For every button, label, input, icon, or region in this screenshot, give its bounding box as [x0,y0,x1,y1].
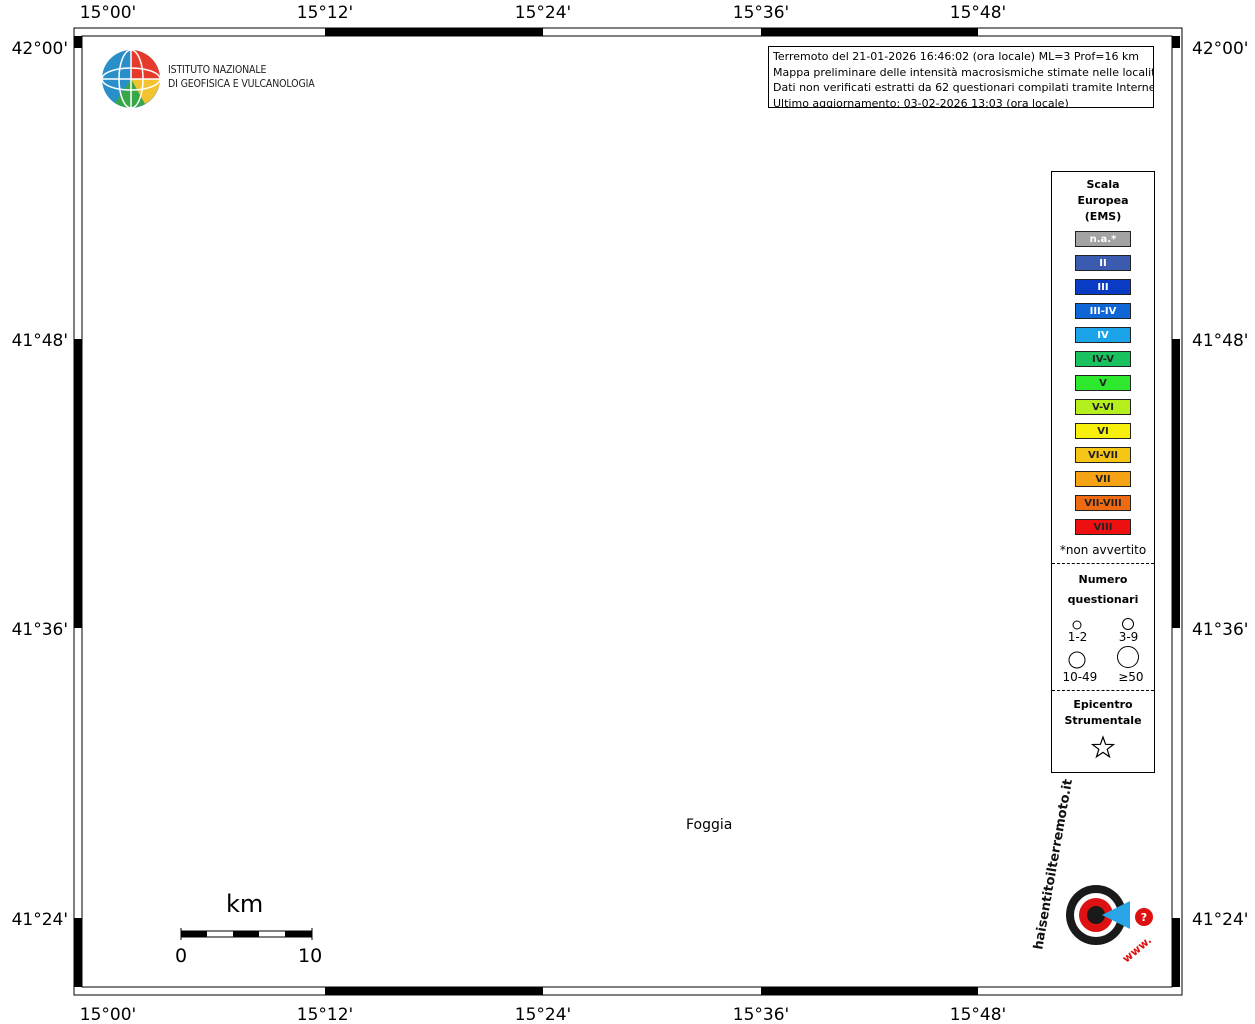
legend-swatch: V-VI [1075,399,1131,415]
legend-swatch: V [1075,375,1131,391]
map-frame [73,27,1183,996]
legend-title-line: (EMS) [1084,210,1122,223]
legend-footnote: *non avvertito [1059,543,1147,557]
legend-swatch: VI [1075,423,1131,439]
legend: Scala Europea (EMS) n.a.* II III III-IV IV IV… [1051,171,1155,773]
count-label: 3-9 [1118,630,1139,644]
legend-swatches: n.a.* II III III-IV IV IV-V V V-VI VI VI-VII VII VI… [1052,231,1154,535]
count-label: 1-2 [1067,630,1088,644]
count-title-line: questionari [1067,593,1139,606]
ingv-name: ISTITUTO NAZIONALE DI GEOFISICA E VULCAN… [168,63,315,91]
latitude-labels-left: 42°00' 41°48' 41°36' 41°24' [12,39,68,930]
event-info-box: Terremoto del 21-01-2026 16:46:02 (ora l… [768,46,1154,108]
legend-swatch: VII [1075,471,1131,487]
lat-label: 41°24' [12,910,68,930]
count-circle-xlarge [1116,646,1139,668]
lon-label: 15°36' [733,1005,789,1024]
count-circle-small [1072,620,1082,630]
legend-swatch: II [1075,255,1131,271]
lon-label: 15°12' [297,1005,353,1024]
legend-swatch: n.a.* [1075,231,1131,247]
legend-swatch: VII-VIII [1075,495,1131,511]
legend-swatch: III-IV [1075,303,1131,319]
last-update: Ultimo aggiornamento: 03-02-2026 13:03 (… [773,96,1069,108]
lat-label: 42°00' [12,39,68,59]
city-label-foggia: Foggia [686,817,733,833]
legend-title-line: Europea [1077,194,1129,207]
legend-swatch: VI-VII [1075,447,1131,463]
lat-label: 41°36' [12,620,68,640]
lon-label: 15°00' [80,1005,136,1024]
scale-max-label: 10 [298,945,323,967]
legend-swatch: VIII [1075,519,1131,535]
lat-label: 41°24' [1192,910,1248,930]
lon-label: 15°48' [950,1005,1006,1024]
epicenter-title-line: Epicentro [1073,698,1133,711]
ingv-globe-icon [101,49,161,109]
count-label: ≥50 [1118,670,1144,684]
count-circle-large [1068,651,1085,669]
legend-swatch: IV-V [1075,351,1131,367]
lon-label: 15°00' [80,3,136,23]
data-note: Dati non verificati estratti da 62 quest… [773,81,1154,94]
epicenter-title-line: Strumentale [1064,714,1142,727]
legend-title-line: Scala [1086,178,1120,191]
longitude-labels-top: 15°00' 15°12' 15°24' 15°36' 15°48' [80,3,1006,23]
ingv-logo: ISTITUTO NAZIONALE DI GEOFISICA E VULCAN… [100,46,330,110]
lon-label: 15°36' [733,3,789,23]
lat-label: 41°48' [1192,331,1248,351]
haisentito-logo: ? haisentitoilterremoto.it www. [1030,778,1165,975]
lon-label: 15°24' [515,3,571,23]
scale-min-label: 0 [175,945,188,967]
lon-label: 15°48' [950,3,1006,23]
scale-unit: km [226,890,264,918]
longitude-labels-bottom: 15°00' 15°12' 15°24' 15°36' 15°48' [80,1005,1006,1024]
latitude-labels-right: 42°00' 41°48' 41°36' 41°24' [1192,39,1248,930]
svg-text:?: ? [1141,911,1147,924]
epicenter-star-icon [1090,735,1116,759]
lon-label: 15°24' [515,1005,571,1024]
lat-label: 41°36' [1192,620,1248,640]
event-title: Terremoto del 21-01-2026 16:46:02 (ora l… [773,50,1140,63]
map-description: Mappa preliminare delle intensità macros… [773,65,1154,79]
count-title-line: Numero [1078,573,1128,586]
count-circle-medium [1122,618,1134,630]
legend-swatch: III [1075,279,1131,295]
lat-label: 42°00' [1192,39,1248,59]
ingv-line2: DI GEOFISICA E VULCANOLOGIA [168,77,315,90]
lon-label: 15°12' [297,3,353,23]
legend-swatch: IV [1075,327,1131,343]
ingv-line1: ISTITUTO NAZIONALE [168,63,267,76]
count-label: 10-49 [1062,670,1098,684]
lat-label: 41°48' [12,331,68,351]
